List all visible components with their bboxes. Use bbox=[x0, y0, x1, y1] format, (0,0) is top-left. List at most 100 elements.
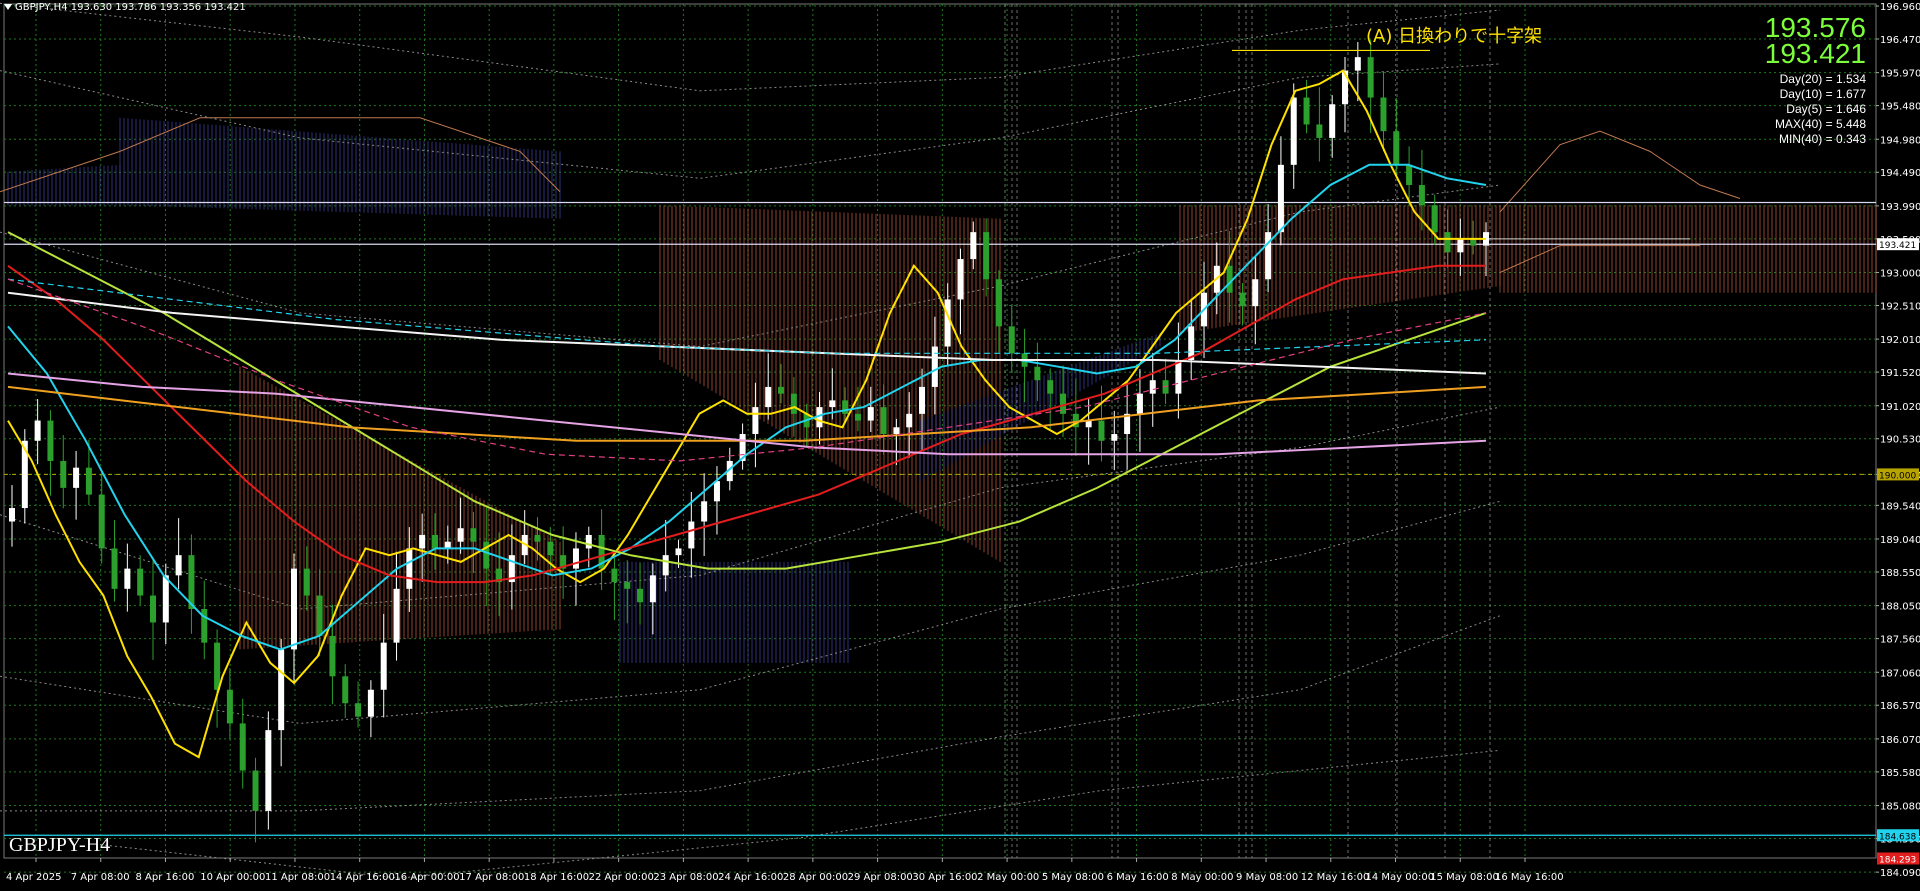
stat-max40: MAX(40) = 5.448 bbox=[1774, 117, 1866, 131]
candle-body bbox=[931, 346, 938, 387]
candle-body bbox=[893, 427, 900, 435]
x-tick-label: 5 May 08:00 bbox=[1042, 872, 1104, 883]
band-dotted bbox=[0, 184, 1501, 348]
y-tick-label: 192.510 bbox=[1880, 301, 1920, 312]
candle-body bbox=[98, 494, 105, 549]
candle-body bbox=[662, 555, 669, 576]
candle-body bbox=[1098, 420, 1105, 441]
y-tick-label: 190.530 bbox=[1880, 435, 1920, 446]
candle-body bbox=[1418, 185, 1425, 206]
candle-body bbox=[1265, 232, 1272, 280]
chart-header: GBPJPY,H4 193.630 193.786 193.356 193.42… bbox=[0, 0, 250, 15]
candle-body bbox=[406, 548, 413, 589]
annotation-text[interactable]: (A) 日換わりで十字架 bbox=[1366, 22, 1542, 48]
candle-body bbox=[675, 548, 682, 556]
y-tick-label: 188.550 bbox=[1880, 568, 1920, 579]
price-tag-label: 184.638 bbox=[1879, 832, 1916, 842]
candle-body bbox=[765, 386, 772, 408]
candle-body bbox=[944, 299, 951, 347]
x-tick-label: 8 Apr 16:00 bbox=[135, 872, 194, 883]
candle-body bbox=[752, 407, 759, 435]
x-tick-label: 10 Apr 00:00 bbox=[200, 872, 265, 883]
candle-body bbox=[547, 541, 554, 556]
candle-body bbox=[957, 259, 964, 300]
x-tick-label: 24 Apr 16:00 bbox=[718, 872, 783, 883]
candle-body bbox=[470, 528, 477, 542]
candle-body bbox=[252, 770, 259, 811]
candle-body bbox=[970, 232, 977, 260]
candle-body bbox=[637, 588, 644, 603]
candle-body bbox=[239, 723, 246, 771]
candle-body bbox=[1226, 265, 1233, 293]
candle-body bbox=[214, 642, 221, 690]
candle-body bbox=[1354, 57, 1361, 71]
y-tick-label: 186.070 bbox=[1880, 735, 1920, 746]
candle-body bbox=[1406, 164, 1413, 186]
candle-body bbox=[701, 501, 708, 522]
candle-body bbox=[355, 703, 362, 717]
candle-body bbox=[1431, 205, 1438, 233]
candle-body bbox=[829, 400, 836, 408]
price-chart[interactable]: 196.960 196.470 195.970 195.480 194.980 194.4… bbox=[0, 0, 1920, 891]
candle-body bbox=[47, 420, 54, 461]
candle-body bbox=[1175, 360, 1182, 394]
band-dotted bbox=[99, 749, 1501, 879]
y-tick-label: 186.570 bbox=[1880, 701, 1920, 712]
candle-body bbox=[419, 534, 426, 549]
y-tick-label: 185.080 bbox=[1880, 802, 1920, 813]
x-tick-label: 6 May 16:00 bbox=[1107, 872, 1169, 883]
band-dotted bbox=[0, 2, 1501, 92]
candle-body bbox=[162, 575, 169, 623]
price-axis: 196.960 196.470 195.970 195.480 194.980 194.4… bbox=[1876, 2, 1920, 879]
x-tick-label: 9 May 08:00 bbox=[1236, 872, 1298, 883]
candle-body bbox=[111, 548, 118, 589]
candle-body bbox=[137, 568, 144, 596]
y-tick-label: 194.980 bbox=[1880, 135, 1920, 146]
x-tick-label: 16 May 16:00 bbox=[1495, 872, 1564, 883]
y-tick-label: 191.020 bbox=[1880, 402, 1920, 413]
candle-body bbox=[790, 393, 797, 414]
candle-body bbox=[278, 649, 285, 731]
y-tick-label: 192.010 bbox=[1880, 335, 1920, 346]
y-tick-label: 187.560 bbox=[1880, 635, 1920, 646]
x-tick-label: 30 Apr 16:00 bbox=[912, 872, 977, 883]
y-tick-label: 193.990 bbox=[1880, 202, 1920, 213]
dropdown-triangle-icon[interactable] bbox=[4, 4, 12, 10]
candle-body bbox=[1290, 97, 1297, 165]
candle-body bbox=[1457, 238, 1464, 253]
y-tick-label: 196.960 bbox=[1880, 2, 1920, 13]
candle-body bbox=[9, 508, 15, 522]
x-tick-label: 4 Apr 2025 bbox=[6, 872, 61, 883]
candle-body bbox=[1149, 380, 1156, 394]
candle-body bbox=[431, 534, 438, 549]
range-stats: Day(20) = 1.534 Day(10) = 1.677 Day(5) =… bbox=[1775, 72, 1866, 147]
candle-body bbox=[1277, 164, 1284, 233]
candle-body bbox=[342, 676, 349, 704]
candle-body bbox=[34, 420, 41, 441]
candle-body bbox=[393, 588, 400, 643]
y-tick-label: 194.490 bbox=[1880, 168, 1920, 179]
ask-price: 193.421 bbox=[1764, 38, 1866, 69]
candle-body bbox=[60, 460, 67, 488]
candle-body bbox=[316, 595, 323, 636]
price-tag-label: 184.293 bbox=[1879, 855, 1916, 865]
band-dotted bbox=[0, 500, 1501, 724]
stat-day10: Day(10) = 1.677 bbox=[1779, 87, 1866, 101]
candle-body bbox=[124, 568, 131, 589]
candle-body bbox=[367, 689, 374, 717]
x-tick-label: 29 Apr 08:00 bbox=[848, 872, 913, 883]
candle-body bbox=[534, 534, 541, 542]
candle-body bbox=[906, 413, 913, 428]
x-tick-label: 8 May 00:00 bbox=[1171, 872, 1233, 883]
x-tick-label: 23 Apr 08:00 bbox=[653, 872, 718, 883]
price-tag-label: 190.000 bbox=[1879, 471, 1916, 481]
candle-body bbox=[1136, 393, 1143, 414]
x-tick-label: 2 May 00:00 bbox=[977, 872, 1039, 883]
band-dotted bbox=[0, 615, 1501, 812]
x-tick-label: 12 May 16:00 bbox=[1301, 872, 1370, 883]
candle-body bbox=[854, 413, 861, 421]
candle-body bbox=[1047, 380, 1054, 394]
candle-body bbox=[1008, 326, 1015, 354]
candle-body bbox=[149, 595, 156, 623]
candle-body bbox=[1329, 104, 1336, 138]
